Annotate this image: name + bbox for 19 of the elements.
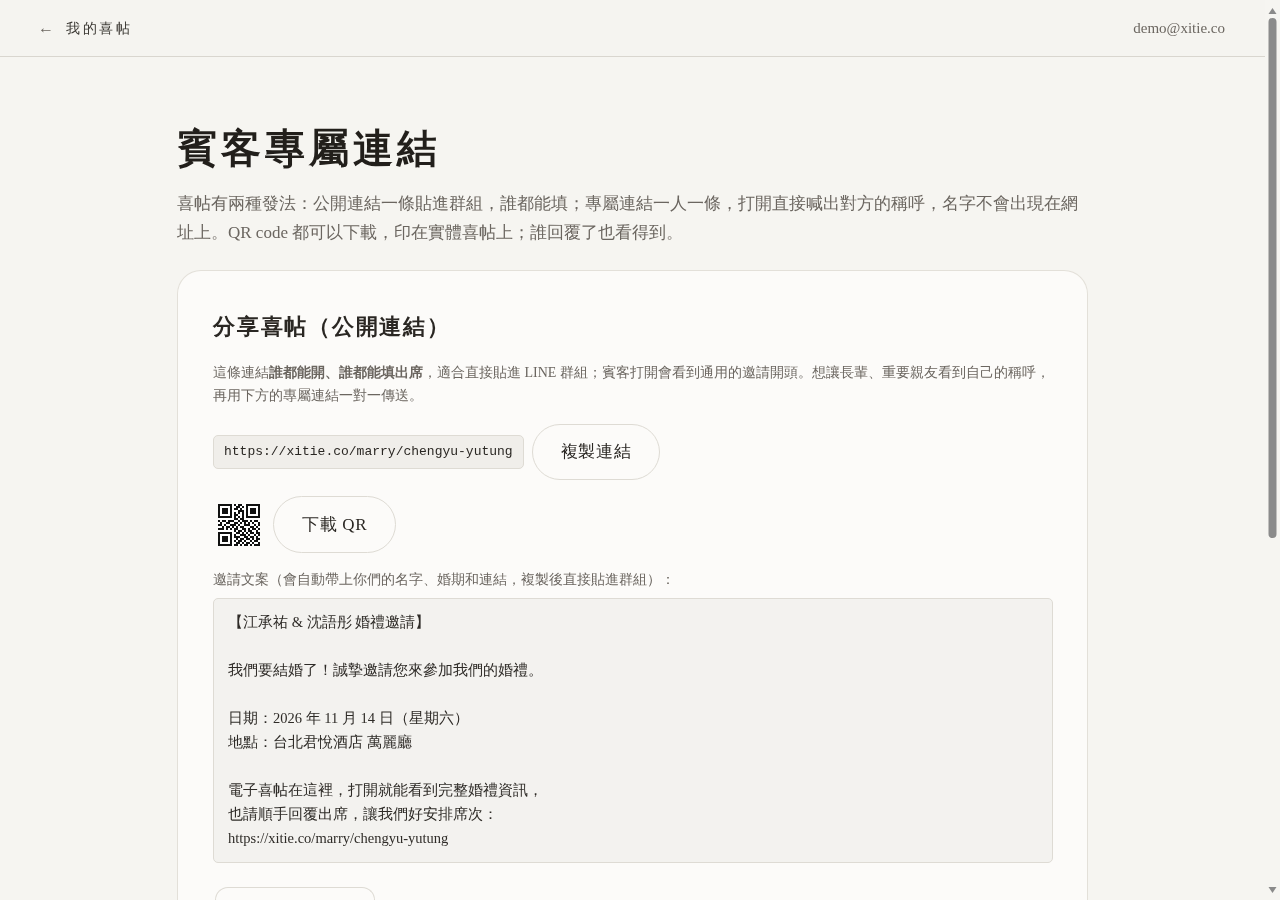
copy-link-button[interactable]: 複製連結 <box>531 424 661 480</box>
invitation-text-line: 電子喜帖在這裡，打開就能看到完整婚禮資訊， <box>228 781 543 800</box>
invitation-text-line: 我們要結婚了！誠摯邀請您來參加我們的婚禮。 <box>228 661 543 680</box>
back-link[interactable]: ← 我的喜帖 <box>38 16 133 40</box>
qr-code-icon <box>218 503 260 546</box>
download-qr-button[interactable]: 下載 QR <box>273 496 397 553</box>
card-heading: 分享喜帖（公開連結） <box>213 313 452 341</box>
invitation-text-field[interactable]: 【江承祐 & 沈語彤 婚禮邀請】 我們要結婚了！誠摯邀請您來參加我們的婚禮。 日期：2026 年 11 月 14 日（星期六） 地點：台北君悅酒店 萬麗廳 電子喜帖在這裡，打開就能看到完整婚禮資訊， 也請順手回覆出席，讓我們好安排席次： https://xitie.co/marry/chengyu-yutung <box>213 598 1053 863</box>
page-title: 賓客專屬連結 <box>177 125 442 173</box>
invitation-text-line: 【江承祐 & 沈語彤 婚禮邀請】 <box>228 613 431 632</box>
link-field[interactable]: https://xitie.co/marry/chengyu-yutung <box>213 435 524 469</box>
invitation-text-line: 地點：台北君悅酒店 萬麗廳 <box>228 733 412 752</box>
account-email: demo@xitie.co <box>1133 18 1225 38</box>
intro-paragraph: 喜帖有兩種發法：公開連結一條貼進群組，誰都能填；專屬連結一人一條，打開直接喊出對方的稱呼，名字不會出現在網址上。QR code 都可以下載，印在實體喜帖上；誰回覆了也看得到。 <box>177 193 1079 244</box>
invitation-text-line: 也請順手回覆出席，讓我們好安排席次： <box>228 805 498 824</box>
invitation-text-line: https://xitie.co/marry/chengyu-yutung <box>228 829 449 848</box>
invitation-label: 邀請文案（會自動帶上你們的名字、婚期和連結，複製後直接貼進群組）： <box>213 571 676 589</box>
card-description: 這條連結誰都能開、誰都能填出席，適合直接貼進 LINE 群組；賓客打開會看到通用的邀請開頭。想讓長輩、重要親友看到自己的稱呼，再用下方的專屬連結一對一傳送。 <box>213 364 1051 405</box>
invitation-text-line: 日期：2026 年 11 月 14 日（星期六） <box>228 709 469 728</box>
